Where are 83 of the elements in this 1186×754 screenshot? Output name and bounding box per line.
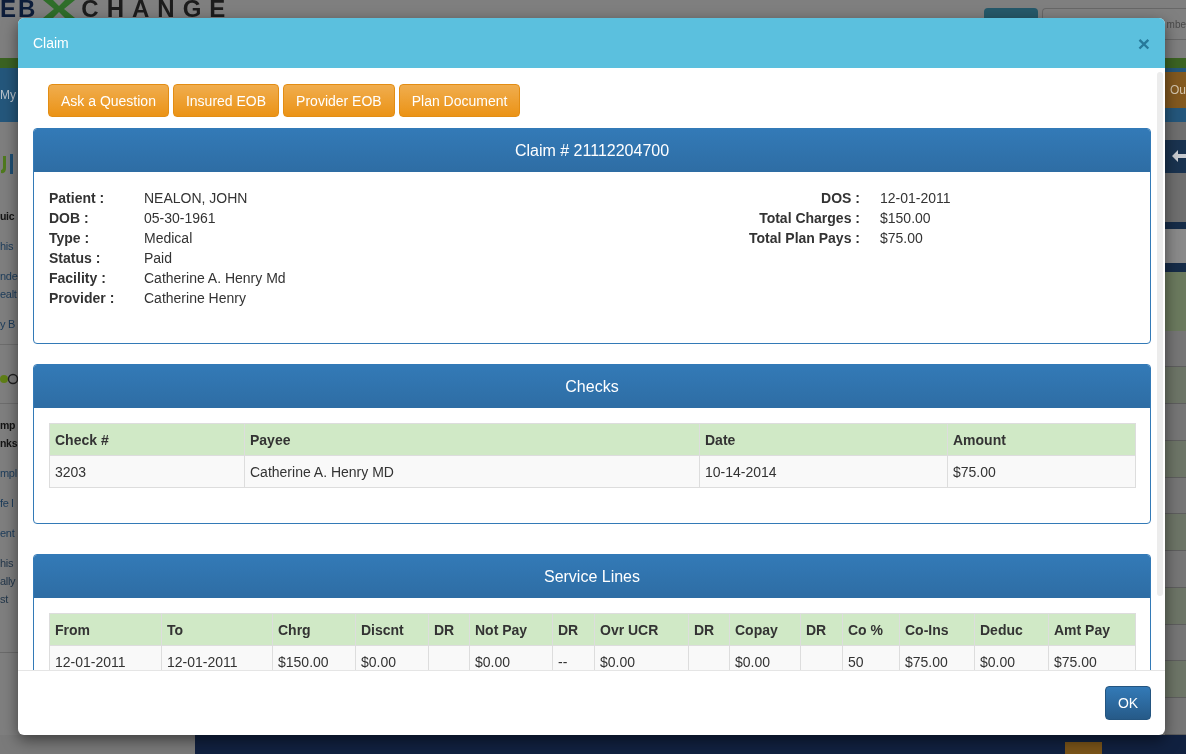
- field-label: Total Charges :: [758, 209, 860, 228]
- sidebar-link[interactable]: mpl: [0, 464, 18, 482]
- column-header: Ovr UCR: [594, 613, 689, 646]
- sidebar-link[interactable]: fe l: [0, 494, 18, 512]
- list-row: [1165, 624, 1186, 662]
- table-cell: Catherine A. Henry MD: [244, 455, 700, 488]
- sidebar-link[interactable]: ent: [0, 524, 18, 542]
- field-value: $150.00: [880, 209, 932, 228]
- column-header: Co %: [842, 613, 900, 646]
- column-header: DR: [688, 613, 730, 646]
- sidebar-link[interactable]: y B: [0, 315, 18, 333]
- list-row: [1165, 330, 1186, 368]
- table-cell: $0.00: [594, 645, 689, 670]
- field-value: 12-01-2011: [880, 189, 952, 208]
- column-header: From: [49, 613, 162, 646]
- section-stripe: [1165, 222, 1186, 230]
- highlighted-row: [1165, 272, 1186, 331]
- nav-item[interactable]: My: [0, 86, 16, 104]
- action-button[interactable]: Insured EOB: [172, 84, 280, 117]
- field-label: Type :: [49, 229, 91, 248]
- list-row: [1165, 440, 1186, 478]
- field-value: Paid: [144, 249, 174, 268]
- list-row: [1165, 367, 1186, 405]
- field-value: Catherine Henry: [144, 289, 247, 308]
- sidebar-link[interactable]: nde ealt: [0, 267, 18, 303]
- column-header: Discnt: [355, 613, 429, 646]
- field-label: DOS :: [820, 189, 860, 208]
- sidebar-heading: uic: [0, 209, 16, 224]
- table-cell: 3203: [49, 455, 245, 488]
- list-header: [1165, 229, 1186, 264]
- field-label: Patient :: [49, 189, 106, 208]
- column-header: Co-Ins: [899, 613, 975, 646]
- field-value: NEALON, JOHN: [144, 189, 249, 208]
- left-arrow-icon: [1172, 150, 1186, 163]
- field-value: Medical: [144, 229, 194, 248]
- list-row: [1165, 514, 1186, 552]
- table-cell: 12-01-2011: [161, 645, 273, 670]
- column-header: Chrg: [272, 613, 356, 646]
- panel-title: Checks: [34, 365, 1150, 408]
- panel-title: Service Lines: [34, 555, 1150, 598]
- column-header: Copay: [729, 613, 801, 646]
- list-row: [1165, 661, 1186, 699]
- field-label: Provider :: [49, 289, 116, 308]
- table-cell: 12-01-2011: [49, 645, 162, 670]
- list-row: [1165, 551, 1186, 588]
- action-button[interactable]: Plan Document: [398, 84, 521, 117]
- field-value: 05-30-1961: [144, 209, 217, 228]
- logo-text: CHANGE: [81, 0, 234, 18]
- dialog-title: Claim: [33, 35, 69, 51]
- field-label: DOB :: [49, 209, 90, 228]
- column-header: DR: [552, 613, 595, 646]
- field-label: Facility :: [49, 269, 107, 288]
- section-stripe: [1165, 263, 1186, 273]
- panel-title: Claim # 21112204700: [34, 129, 1150, 172]
- action-button[interactable]: Provider EOB: [283, 84, 395, 117]
- sidebar-heading: mp nks: [0, 418, 18, 451]
- column-header: Amount: [947, 423, 1136, 456]
- list-row: [1165, 477, 1186, 515]
- column-header: To: [161, 613, 273, 646]
- nav-button[interactable]: Ou: [1165, 72, 1186, 108]
- sidebar-link[interactable]: his: [0, 237, 18, 255]
- ok-button[interactable]: OK: [1105, 686, 1151, 720]
- list-row: [1165, 404, 1186, 441]
- sidebar-text: his ally st: [0, 556, 17, 607]
- list-row: [1165, 587, 1186, 625]
- field-value: Catherine A. Henry Md: [144, 269, 287, 288]
- column-header: Amt Pay: [1048, 613, 1136, 646]
- logo-text: EB: [0, 0, 38, 18]
- column-header: DR: [428, 613, 470, 646]
- column-header: Payee: [244, 423, 700, 456]
- column-header: DR: [800, 613, 843, 646]
- close-button[interactable]: ×: [1137, 32, 1150, 54]
- footer-tile: [1065, 742, 1102, 754]
- field-label: Total Plan Pays :: [748, 229, 860, 248]
- field-value: $75.00: [880, 229, 924, 248]
- column-header: Deduc: [974, 613, 1049, 646]
- field-label: Status :: [49, 249, 102, 268]
- table-cell: $75.00: [947, 455, 1136, 488]
- column-header: Not Pay: [469, 613, 553, 646]
- table-cell: 10-14-2014: [699, 455, 948, 488]
- action-button[interactable]: Ask a Question: [48, 84, 169, 117]
- column-header: Check #: [49, 423, 245, 456]
- column-header: Date: [699, 423, 948, 456]
